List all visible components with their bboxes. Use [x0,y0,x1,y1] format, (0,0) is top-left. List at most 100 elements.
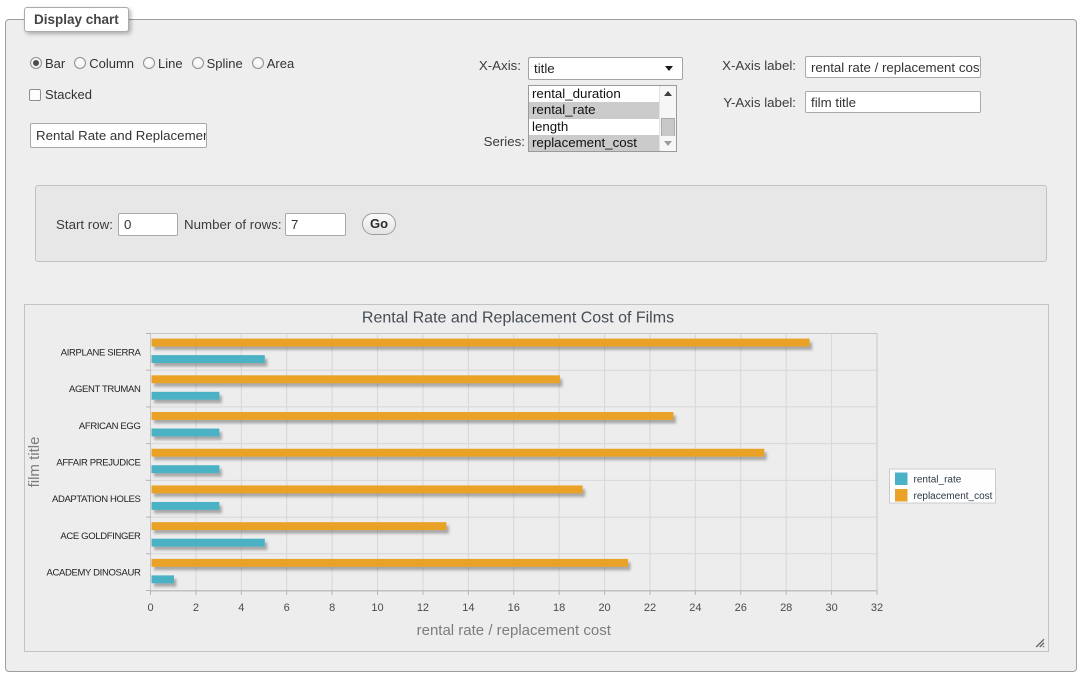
chart-type-radio-group: Bar Column Line Spline Area [30,56,303,70]
legend-label-replacement_cost: replacement_cost [914,491,993,502]
legend-swatch-replacement_cost [895,489,908,502]
bar-rental_rate [152,575,174,583]
chart-type-option-line: Line [143,56,183,71]
scrollbar-down-button[interactable] [660,136,676,151]
chart-legend: rental_rate replacement_cost [890,469,996,503]
chart-type-option-bar: Bar [30,56,65,71]
chart-type-radio-spline[interactable] [192,57,204,69]
listbox-scrollbar[interactable] [659,86,676,151]
bar-replacement_cost [152,449,765,457]
grip-line [1043,646,1044,647]
bar-rental_rate [152,355,265,363]
bar-replacement_cost [152,375,560,383]
x-tick-label: 20 [598,602,610,614]
chart-type-radio-area[interactable] [252,57,264,69]
chart-resize-handle[interactable] [1035,638,1045,648]
x-tick-label: 14 [462,602,474,614]
bar-replacement_cost [152,339,810,347]
chart-type-radio-label: Area [267,56,294,71]
number-of-rows-label: Number of rows: [184,217,282,232]
bar-replacement_cost [152,485,583,493]
stacked-option: Stacked [29,88,92,101]
stacked-label: Stacked [45,87,92,102]
category-label: ADAPTATION HOLES [52,494,141,505]
chart-type-radio-column[interactable] [74,57,86,69]
bar-replacement_cost [152,522,447,530]
bar-chart: AIRPLANE SIERRA AGENT TRUMAN AFRICAN EGG AF… [25,305,1048,651]
x-axis-title: rental rate / replacement cost [417,622,612,639]
scrollbar-thumb[interactable] [661,118,675,138]
chart-type-radio-label: Spline [207,56,243,71]
x-tick-label: 24 [689,602,701,614]
x-tick-label: 30 [825,602,837,614]
start-row-input[interactable] [118,213,178,236]
legend-label-rental_rate: rental_rate [914,475,962,486]
series-listbox-label: Series: [420,134,525,149]
row-range-toolbar: Start row: Number of rows: Go [35,185,1047,262]
bar-rental_rate [152,392,220,400]
category-label: ACADEMY DINOSAUR [47,568,141,579]
stacked-checkbox[interactable] [29,89,41,101]
scroll-down-arrow-icon [664,141,672,146]
chart-title: Rental Rate and Replacement Cost of Film… [362,310,674,327]
x-axis-label-input[interactable] [805,56,981,78]
x-tick-label: 22 [644,602,656,614]
chart-type-radio-label: Column [89,56,134,71]
series-option-rental_rate[interactable]: rental_rate [529,102,659,118]
legend-swatch-rental_rate [895,473,908,486]
select-dropdown-arrow-icon [665,66,673,71]
chart-type-option-spline: Spline [192,56,243,71]
bar-rental_rate [152,429,220,437]
x-tick-label: 0 [147,602,153,614]
go-button[interactable]: Go [362,213,396,235]
x-axis-selected-value: title [534,61,555,76]
chart-type-radio-bar[interactable] [30,57,42,69]
x-tick-label: 26 [735,602,747,614]
chart-type-radio-label: Line [158,56,183,71]
plot-grid [151,334,878,591]
start-row-label: Start row: [56,217,113,232]
x-tick-label: 2 [193,602,199,614]
chart-type-radio-label: Bar [45,56,65,71]
scroll-up-arrow-icon [664,91,672,96]
x-tick-label: 28 [780,602,792,614]
y-axis-title: film title [26,437,43,488]
series-option-rental_duration[interactable]: rental_duration [529,86,659,102]
category-label: AGENT TRUMAN [69,384,141,395]
chart-type-option-column: Column [74,56,134,71]
page: { "fieldset": { "legend": "Display chart… [0,0,1081,681]
category-label: AFRICAN EGG [79,421,141,432]
x-tick-label: 32 [871,602,883,614]
series-listbox[interactable]: rental_durationrental_ratelengthreplacem… [528,85,677,152]
category-label: AFFAIR PREJUDICE [56,458,140,469]
x-tick-label: 10 [371,602,383,614]
x-tick-label: 4 [238,602,244,614]
bar-replacement_cost [152,559,629,567]
x-tick-label: 16 [508,602,520,614]
axis-ticks [146,334,877,596]
chart-type-radio-line[interactable] [143,57,155,69]
y-axis-label-field-label: Y-Axis label: [690,95,796,110]
x-axis-select-label: X-Axis: [420,58,521,73]
bar-rental_rate [152,465,220,473]
resize-grip-icon [1035,638,1045,648]
number-of-rows-input[interactable] [285,213,346,236]
series-option-length[interactable]: length [529,119,659,135]
x-tick-label: 6 [284,602,290,614]
x-axis-label-field-label: X-Axis label: [690,58,796,73]
x-axis-select[interactable]: title [528,57,683,80]
bar-rental_rate [152,539,265,547]
x-tick-label: 8 [329,602,335,614]
bar-rental_rate [152,502,220,510]
y-axis-label-input[interactable] [805,91,981,113]
chart-container: AIRPLANE SIERRA AGENT TRUMAN AFRICAN EGG AF… [24,304,1049,652]
chart-title-input[interactable] [30,123,207,148]
scrollbar-up-button[interactable] [660,86,676,101]
category-label: ACE GOLDFINGER [60,531,141,542]
fieldset-legend: Display chart [24,7,129,32]
x-tick-label: 12 [417,602,429,614]
category-label: AIRPLANE SIERRA [61,347,142,358]
series-option-replacement_cost[interactable]: replacement_cost [529,135,659,151]
chart-type-option-area: Area [252,56,294,71]
x-tick-label: 18 [553,602,565,614]
